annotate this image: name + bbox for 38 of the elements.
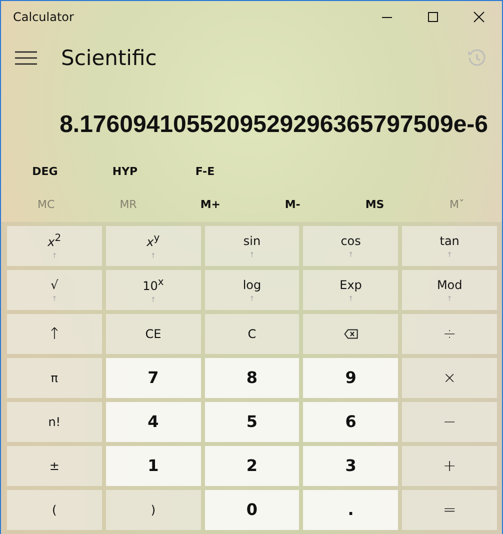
calculator-key[interactable]: 5 bbox=[204, 402, 300, 442]
calculator-key[interactable]: = bbox=[402, 490, 497, 530]
result-display: 8.1760941055209529296365797509e-6 bbox=[58, 110, 489, 139]
calculator-key[interactable]: C bbox=[204, 314, 300, 354]
mode-title: Scientific bbox=[61, 46, 158, 70]
mode-toggle[interactable]: HYP bbox=[85, 164, 165, 178]
calculator-key[interactable]: 2 bbox=[204, 446, 300, 486]
calculator-key[interactable]: 9 bbox=[303, 358, 398, 398]
calculator-key[interactable]: × bbox=[402, 358, 497, 398]
calculator-key[interactable]: ( bbox=[7, 490, 102, 530]
calculator-key[interactable]: 4 bbox=[106, 402, 201, 442]
calculator-key[interactable]: ↑ bbox=[7, 314, 102, 354]
calculator-key[interactable]: 8 bbox=[204, 358, 300, 398]
maximize-icon bbox=[427, 11, 439, 23]
calculator-key[interactable]: 1 bbox=[106, 446, 201, 486]
backspace-icon bbox=[344, 328, 358, 339]
memory-button[interactable]: M+ bbox=[169, 198, 252, 211]
calculator-key[interactable]: 6 bbox=[303, 402, 398, 442]
calculator-key[interactable]: 3 bbox=[303, 446, 398, 486]
calculator-key[interactable]: CE bbox=[106, 314, 201, 354]
calculator-key[interactable]: 7 bbox=[106, 358, 201, 398]
calculator-key[interactable]: ± bbox=[7, 446, 102, 486]
calculator-key[interactable]: − bbox=[402, 402, 497, 442]
calculator-key[interactable]: 0 bbox=[204, 490, 300, 530]
calculator-key[interactable]: ÷ bbox=[402, 314, 497, 354]
history-icon[interactable] bbox=[468, 48, 486, 67]
memory-button[interactable]: M- bbox=[252, 198, 334, 211]
calculator-key[interactable]: . bbox=[303, 490, 398, 530]
calculator-key[interactable]: π bbox=[7, 358, 102, 398]
window-title: Calculator bbox=[13, 10, 74, 24]
menu-button[interactable] bbox=[15, 50, 37, 65]
mode-toggle[interactable]: F-E bbox=[165, 164, 245, 178]
memory-button[interactable]: MS bbox=[334, 198, 416, 211]
mode-toggle[interactable]: DEG bbox=[5, 164, 85, 178]
calculator-key[interactable]: ) bbox=[106, 490, 201, 530]
calculator-key[interactable]: n! bbox=[7, 402, 102, 442]
calculator-key[interactable]: + bbox=[402, 446, 497, 486]
close-icon bbox=[473, 11, 485, 23]
